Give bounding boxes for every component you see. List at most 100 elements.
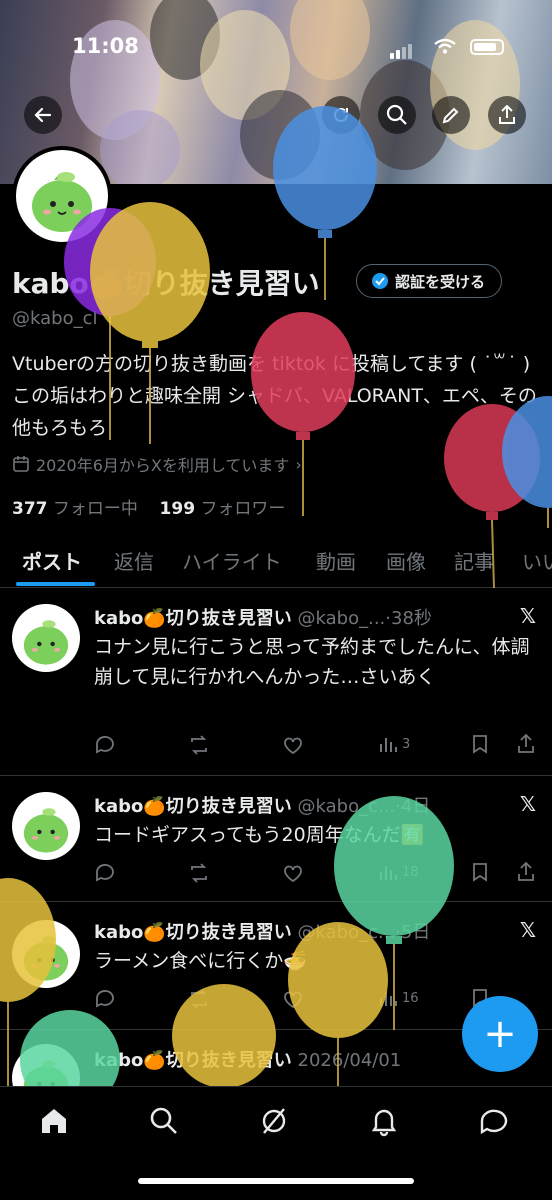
- views-count: 16: [402, 990, 419, 1006]
- bookmark-button[interactable]: [470, 734, 490, 754]
- post-author-name: kabo🍊切り抜き見習い: [94, 1050, 292, 1071]
- post-item[interactable]: kabo🍊切り抜き見習い @kabo_...·38秒 𝕏 コナン見に行こうと思っ…: [0, 590, 552, 776]
- post-author-handle: @kabo_...: [297, 608, 386, 629]
- reply-button[interactable]: [94, 862, 116, 884]
- following-label: フォロー中: [52, 499, 138, 519]
- heart-icon: [284, 737, 302, 755]
- chevron-right-icon: ›: [295, 454, 302, 474]
- tab-videos[interactable]: 動画: [316, 546, 356, 575]
- search-button[interactable]: [378, 96, 416, 134]
- post-share-button[interactable]: [516, 734, 536, 754]
- post-avatar[interactable]: [12, 604, 80, 672]
- post-header: kabo🍊切り抜き見習い 2026/04/01: [94, 1046, 401, 1072]
- joined-text: 2020年6月からXを利用しています: [36, 456, 290, 475]
- share-icon: [499, 105, 515, 124]
- post-time: 2026/04/01: [297, 1050, 402, 1071]
- post-author-handle: @kabo_c...: [297, 796, 396, 817]
- reply-button[interactable]: [94, 988, 116, 1010]
- bar-chart-icon: [380, 738, 397, 752]
- green-mascot-avatar-icon: [23, 936, 69, 981]
- signal-icon: [390, 40, 414, 59]
- repost-button[interactable]: [188, 988, 210, 1010]
- followers-label: フォロワー: [200, 499, 286, 519]
- share-icon: [518, 862, 534, 881]
- views-button[interactable]: 18: [378, 862, 419, 882]
- like-button[interactable]: [282, 988, 304, 1010]
- search-icon[interactable]: [148, 1105, 180, 1137]
- reply-icon: [96, 864, 114, 882]
- post-actions: 3: [94, 734, 544, 758]
- refresh-button[interactable]: [322, 96, 360, 134]
- repost-icon: [191, 989, 207, 1009]
- follow-stats: 377 フォロー中 199 フォロワー: [12, 494, 285, 519]
- post-time: ·38秒: [385, 608, 432, 629]
- green-mascot-avatar-icon: [23, 620, 69, 665]
- repost-button[interactable]: [188, 862, 210, 884]
- post-avatar[interactable]: [12, 792, 80, 860]
- tab-articles[interactable]: 記事: [454, 546, 494, 575]
- messages-icon[interactable]: [478, 1105, 510, 1137]
- post-author-name: kabo🍊切り抜き見習い: [94, 796, 292, 817]
- tab-images[interactable]: 画像: [386, 546, 426, 575]
- green-mascot-avatar-icon: [32, 172, 92, 232]
- plus-icon: +: [483, 1011, 517, 1057]
- home-indicator: [138, 1178, 414, 1184]
- compose-button[interactable]: +: [462, 996, 538, 1072]
- get-verified-label: 認証を受ける: [395, 272, 486, 291]
- tab-highlights[interactable]: ハイライト: [182, 546, 282, 575]
- like-button[interactable]: [282, 734, 304, 756]
- search-icon: [386, 104, 407, 125]
- like-button[interactable]: [282, 862, 304, 884]
- pencil-icon: [442, 107, 459, 124]
- followers-count: 199: [159, 499, 196, 519]
- calendar-icon: [13, 456, 29, 472]
- status-time: 11:08: [72, 34, 139, 58]
- post-time: ·4日: [395, 796, 431, 817]
- share-button[interactable]: [488, 96, 526, 134]
- repost-icon: [191, 735, 207, 755]
- post-header: kabo🍊切り抜き見習い @kabo_c...·4日: [94, 792, 430, 818]
- post-text: コードギアスってもう20周年なんだ🈶: [94, 824, 425, 846]
- heart-icon: [284, 865, 302, 883]
- tab-posts[interactable]: ポスト: [22, 546, 82, 575]
- x-logo-icon: 𝕏: [519, 918, 536, 942]
- post-actions: 18: [94, 862, 544, 886]
- reply-button[interactable]: [94, 734, 116, 756]
- bar-chart-icon: [380, 866, 397, 880]
- joined-date: 2020年6月からXを利用しています ›: [12, 452, 302, 476]
- repost-button[interactable]: [188, 734, 210, 756]
- bell-icon[interactable]: [368, 1105, 400, 1137]
- reply-icon: [96, 736, 114, 754]
- edit-button[interactable]: [432, 96, 470, 134]
- get-verified-button[interactable]: 認証を受ける: [356, 264, 503, 298]
- profile-bio: Vtuberの方の切り抜き動画を tiktok に投稿してます ( ˙꒳˙ ) …: [12, 353, 537, 439]
- share-icon: [518, 734, 534, 753]
- bar-chart-icon: [380, 992, 397, 1006]
- tab-likes[interactable]: いい: [522, 546, 552, 575]
- refresh-icon: [334, 107, 348, 122]
- grok-icon[interactable]: [258, 1105, 290, 1137]
- battery-icon: [470, 39, 504, 55]
- bookmark-icon: [473, 735, 487, 754]
- bookmark-button[interactable]: [470, 862, 490, 882]
- post-avatar[interactable]: [12, 920, 80, 988]
- profile-avatar[interactable]: [12, 146, 112, 246]
- bookmark-icon: [473, 863, 487, 882]
- views-count: 18: [402, 864, 419, 880]
- wifi-icon: [434, 38, 456, 54]
- followers-link[interactable]: 199 フォロワー: [160, 499, 286, 519]
- post-share-button[interactable]: [516, 862, 536, 882]
- following-count: 377: [12, 499, 48, 519]
- heart-icon: [284, 991, 302, 1009]
- profile-display-name: kabo🍊切り抜き見習い: [12, 267, 320, 300]
- views-button[interactable]: 3: [378, 734, 410, 754]
- tab-replies[interactable]: 返信: [114, 546, 154, 575]
- home-icon[interactable]: [38, 1105, 70, 1137]
- post-item[interactable]: kabo🍊切り抜き見習い @kabo_c...·4日 𝕏 コードギアスってもう2…: [0, 776, 552, 902]
- following-link[interactable]: 377 フォロー中: [12, 499, 138, 519]
- back-button[interactable]: [24, 96, 62, 134]
- post-time: ·5日: [395, 922, 431, 943]
- post-header: kabo🍊切り抜き見習い @kabo_c...·5日: [94, 918, 430, 944]
- views-button[interactable]: 16: [378, 988, 419, 1008]
- post-author-handle: @kabo_c...: [297, 922, 396, 943]
